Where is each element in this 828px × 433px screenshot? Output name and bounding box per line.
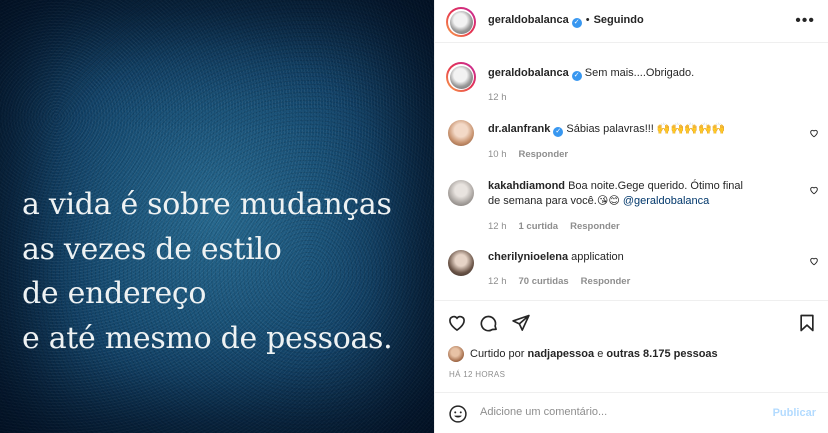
caption-text: Sem mais....Obrigado.	[584, 67, 695, 79]
commenter-avatar[interactable]	[448, 250, 474, 276]
more-options-icon[interactable]: •••	[795, 12, 815, 30]
publish-button[interactable]: Publicar	[773, 407, 816, 419]
comment-text: Sábias palavras!!! 🙌🙌🙌🙌🙌	[566, 123, 726, 135]
verified-badge-icon: ✓	[553, 127, 564, 137]
quote-line: a vida é sobre mudanças	[22, 187, 392, 222]
comment-input[interactable]	[480, 406, 760, 418]
smiley-icon[interactable]	[448, 404, 468, 424]
comment-like-count[interactable]: 70 curtidas	[519, 276, 569, 287]
header-user-info: geraldobalanca ✓ • Seguindo	[488, 14, 644, 28]
liked-by-prefix: Curtido por	[470, 348, 525, 360]
caption-text-block: geraldobalanca ✓ Sem mais....Obrigado.	[488, 66, 798, 81]
caption-username[interactable]: geraldobalanca	[488, 67, 569, 79]
heart-icon[interactable]	[447, 313, 467, 333]
author-username[interactable]: geraldobalanca	[488, 14, 569, 26]
comment-like-heart-icon[interactable]	[809, 256, 819, 266]
comment-like-heart-icon[interactable]	[809, 128, 819, 138]
post-timestamp[interactable]: HÁ 12 HORAS	[449, 370, 505, 379]
comment-like-heart-icon[interactable]	[809, 185, 819, 195]
caption-time[interactable]: 12 h	[488, 92, 507, 103]
reply-button[interactable]: Responder	[570, 221, 620, 232]
post-actions: Curtido por nadjapessoa e outras 8.175 p…	[435, 300, 828, 405]
comment-username[interactable]: kakahdiamond	[488, 180, 565, 192]
verified-badge-icon: ✓	[571, 18, 582, 28]
post-side-panel: geraldobalanca ✓ • Seguindo ••• geraldobala…	[434, 0, 828, 433]
comment-text-block: dr.alanfrank ✓ Sábias palavras!!! 🙌🙌🙌🙌🙌	[488, 122, 798, 137]
comment-row: dr.alanfrank ✓ Sábias palavras!!! 🙌🙌🙌🙌🙌 1…	[435, 118, 828, 168]
reply-button[interactable]: Responder	[581, 276, 631, 287]
commenter-avatar[interactable]	[448, 120, 474, 146]
comment-text-block: kakahdiamond Boa noite.Gege querido. Óti…	[488, 179, 758, 209]
paper-plane-icon[interactable]	[511, 313, 531, 333]
quote-line: e até mesmo de pessoas.	[22, 320, 393, 356]
caption-row: geraldobalanca ✓ Sem mais....Obrigado. 12…	[435, 60, 828, 110]
comment-username[interactable]: dr.alanfrank	[488, 123, 550, 135]
comment-meta: 12 h 1 curtida Responder	[488, 221, 632, 232]
comment-meta: 10 h Responder	[488, 149, 580, 160]
post-modal: a vida é sobre mudanças as vezes de esti…	[0, 0, 828, 433]
comment-text: application	[571, 251, 624, 263]
comment-mention-link[interactable]: @geraldobalanca	[623, 195, 709, 207]
following-button[interactable]: Seguindo	[594, 14, 644, 26]
liked-by-user[interactable]: nadjapessoa	[527, 348, 594, 360]
comment-time[interactable]: 10 h	[488, 149, 507, 160]
caption-meta: 12 h	[488, 92, 519, 103]
post-image[interactable]: a vida é sobre mudanças as vezes de esti…	[0, 0, 434, 433]
comment-text-block: cherilynioelena application	[488, 250, 798, 265]
bookmark-icon[interactable]	[797, 313, 817, 333]
post-quote: a vida é sobre mudanças as vezes de esti…	[22, 183, 393, 361]
comment-row: kakahdiamond Boa noite.Gege querido. Óti…	[435, 175, 828, 240]
comment-row: cherilynioelena application 12 h 70 curti…	[435, 246, 828, 296]
liked-by-conjunction: e	[597, 348, 604, 360]
add-comment-bar: Publicar	[435, 392, 828, 433]
separator-dot: •	[585, 14, 590, 26]
comment-time[interactable]: 12 h	[488, 221, 507, 232]
commenter-avatar[interactable]	[448, 180, 474, 206]
comment-time[interactable]: 12 h	[488, 276, 507, 287]
quote-line: de endereço	[22, 276, 207, 311]
verified-badge-icon: ✓	[571, 71, 582, 81]
comment-like-count[interactable]: 1 curtida	[519, 221, 559, 232]
liker-avatar[interactable]	[448, 346, 464, 362]
quote-line: as vezes de estilo	[22, 231, 282, 267]
author-avatar[interactable]	[446, 7, 476, 37]
post-header: geraldobalanca ✓ • Seguindo •••	[435, 0, 828, 43]
liked-by-summary: Curtido por nadjapessoa e outras 8.175 p…	[448, 346, 718, 362]
reply-button[interactable]: Responder	[519, 149, 569, 160]
caption-avatar[interactable]	[446, 62, 476, 92]
comment-meta: 12 h 70 curtidas Responder	[488, 276, 642, 287]
liked-by-others[interactable]: outras 8.175 pessoas	[606, 348, 717, 360]
comment-icon[interactable]	[479, 313, 499, 333]
comment-username[interactable]: cherilynioelena	[488, 251, 568, 263]
